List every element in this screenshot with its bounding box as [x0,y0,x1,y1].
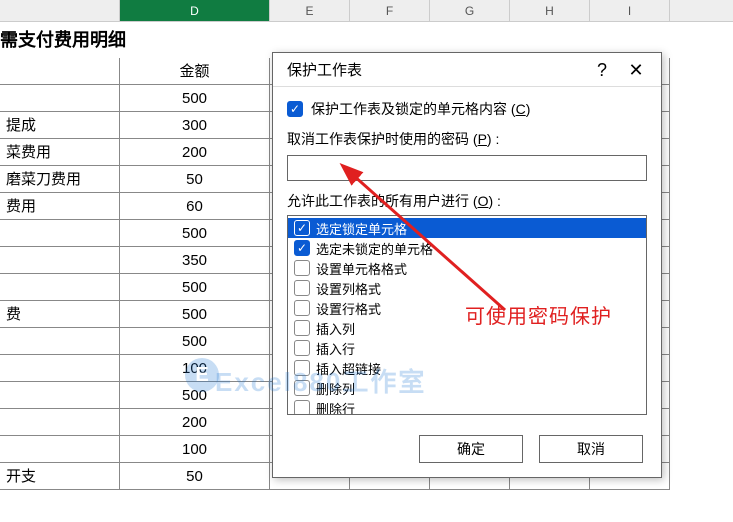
cell-amount[interactable]: 500 [120,85,270,112]
col-e[interactable]: E [270,0,350,21]
dialog-title: 保护工作表 [287,59,585,80]
watermark-text: Excel880工作室 [215,362,426,399]
permission-item[interactable]: ✓ 插入行 [288,338,646,358]
cell-label[interactable]: 磨菜刀费用 [0,166,120,193]
permission-label: 设置单元格格式 [316,259,407,278]
cell-label[interactable] [0,355,120,382]
cell-amount[interactable]: 350 [120,247,270,274]
cell-label[interactable]: 费用 [0,193,120,220]
permission-checkbox[interactable]: ✓ [294,400,310,415]
cell-amount[interactable]: 500 [120,220,270,247]
ok-button[interactable]: 确定 [419,435,523,463]
permission-label: 插入列 [316,319,355,338]
permission-item[interactable]: ✓ 设置单元格格式 [288,258,646,278]
cell-label[interactable] [0,409,120,436]
password-input[interactable] [287,155,647,181]
permission-item[interactable]: ✓ 设置列格式 [288,278,646,298]
hdr-amount[interactable]: 金额 [120,58,270,85]
cell-amount[interactable]: 200 [120,409,270,436]
annotation-text: 可使用密码保护 [465,300,612,329]
permission-label: 删除行 [316,399,355,416]
permission-checkbox[interactable]: ✓ [294,240,310,256]
cell-label[interactable] [0,247,120,274]
col-f[interactable]: F [350,0,430,21]
permission-label: 选定锁定单元格 [316,219,407,238]
dialog-titlebar: 保护工作表 ? ✕ [273,53,661,87]
permission-checkbox[interactable]: ✓ [294,260,310,276]
cell-amount[interactable]: 500 [120,274,270,301]
col-c[interactable] [0,0,120,21]
cell-amount[interactable]: 50 [120,463,270,490]
permission-checkbox[interactable]: ✓ [294,280,310,296]
col-d[interactable]: D [120,0,270,21]
permission-item[interactable]: ✓ 选定锁定单元格 [288,218,646,238]
hdr-label[interactable] [0,58,120,85]
cell-label[interactable] [0,274,120,301]
cell-label[interactable] [0,436,120,463]
cell-amount[interactable]: 50 [120,166,270,193]
close-button[interactable]: ✕ [619,53,653,87]
permission-checkbox[interactable]: ✓ [294,220,310,236]
cell-amount[interactable]: 60 [120,193,270,220]
cell-amount[interactable]: 100 [120,436,270,463]
permission-checkbox[interactable]: ✓ [294,340,310,356]
cell-label[interactable]: 费 [0,301,120,328]
password-label: 取消工作表保护时使用的密码 (P) : [287,129,647,149]
protect-sheet-dialog: 保护工作表 ? ✕ ✓ 保护工作表及锁定的单元格内容 (C) 取消工作表保护时使… [272,52,662,478]
cell-label[interactable]: 提成 [0,112,120,139]
cell-amount[interactable]: 500 [120,328,270,355]
permissions-label: 允许此工作表的所有用户进行 (O) : [287,191,647,211]
protect-checkbox-row[interactable]: ✓ 保护工作表及锁定的单元格内容 (C) [287,99,647,119]
column-headers: D E F G H I [0,0,733,22]
permission-checkbox[interactable]: ✓ [294,300,310,316]
col-g[interactable]: G [430,0,510,21]
permission-label: 设置行格式 [316,299,381,318]
cell-label[interactable]: 菜费用 [0,139,120,166]
permission-item[interactable]: ✓ 选定未锁定的单元格 [288,238,646,258]
permission-checkbox[interactable]: ✓ [294,320,310,336]
permission-label: 设置列格式 [316,279,381,298]
cell-amount[interactable]: 300 [120,112,270,139]
cell-label[interactable] [0,328,120,355]
protect-checkbox[interactable]: ✓ [287,101,303,117]
cell-label[interactable] [0,382,120,409]
cell-amount[interactable]: 200 [120,139,270,166]
cell-amount[interactable]: 500 [120,301,270,328]
col-h[interactable]: H [510,0,590,21]
cancel-button[interactable]: 取消 [539,435,643,463]
help-button[interactable]: ? [585,53,619,87]
cell-label[interactable]: 开支 [0,463,120,490]
permission-label: 插入行 [316,339,355,358]
permission-item[interactable]: ✓ 删除行 [288,398,646,415]
protect-label: 保护工作表及锁定的单元格内容 (C) [311,99,530,119]
permission-label: 选定未锁定的单元格 [316,239,433,258]
cell-label[interactable] [0,85,120,112]
cell-label[interactable] [0,220,120,247]
col-i[interactable]: I [590,0,670,21]
watermark-icon: E [185,358,219,392]
